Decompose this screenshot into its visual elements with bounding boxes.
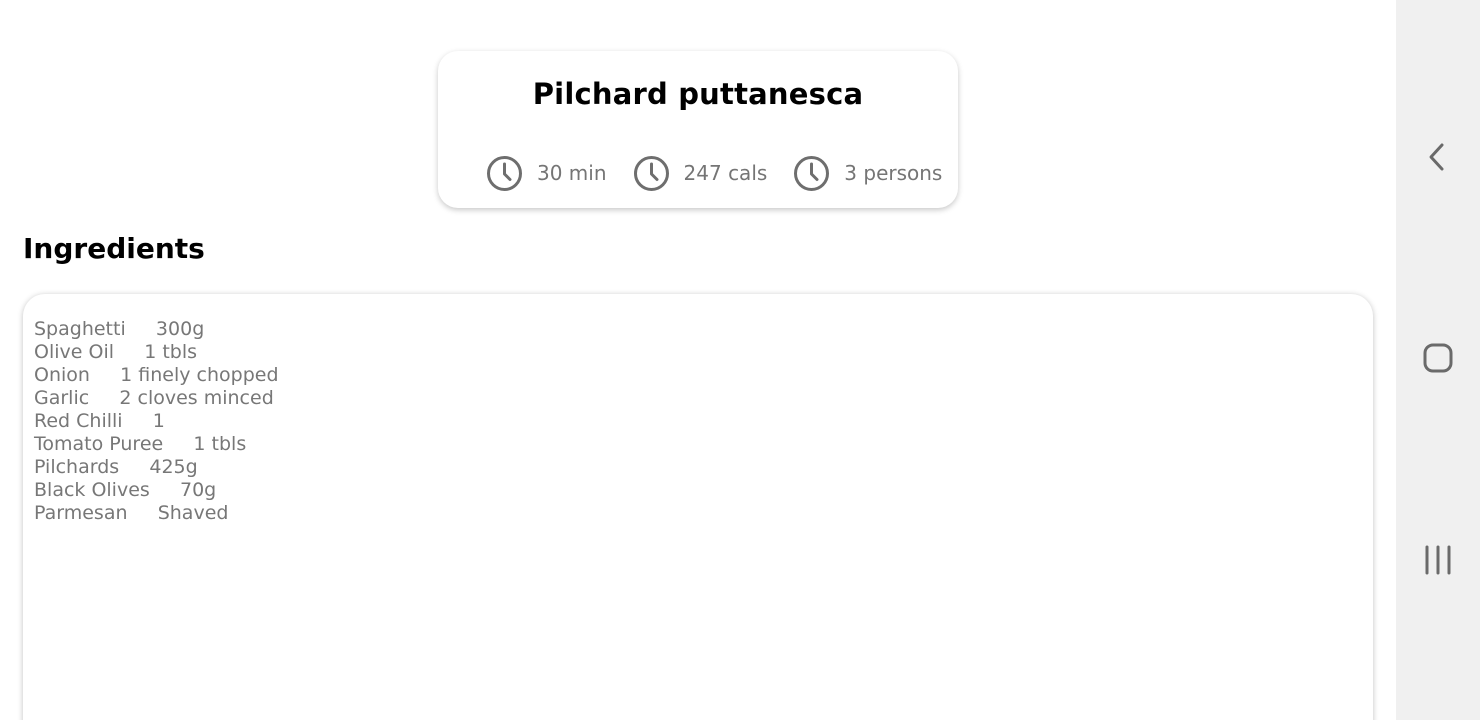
meta-time: 30 min — [486, 155, 607, 192]
home-button[interactable] — [1396, 328, 1480, 388]
recipe-detail-view: Pilchard puttanesca 30 min 247 cals 3 pe… — [0, 0, 1396, 720]
app-screen: Pilchard puttanesca 30 min 247 cals 3 pe… — [0, 0, 1480, 720]
ingredient-line: Parmesan Shaved — [34, 502, 229, 524]
meta-calories: 247 cals — [633, 155, 768, 192]
meta-servings-text: 3 persons — [844, 161, 943, 185]
ingredient-line: Black Olives 70g — [34, 479, 217, 501]
back-button[interactable] — [1396, 127, 1480, 187]
ingredient-line: Spaghetti 300g — [34, 318, 205, 340]
clock-icon — [794, 155, 830, 191]
ingredient-line: Pilchards 425g — [34, 456, 198, 478]
meta-time-text: 30 min — [537, 161, 607, 185]
recipe-meta-row: 30 min 247 cals 3 persons — [486, 154, 942, 192]
recents-icon — [1425, 545, 1451, 575]
ingredients-list: Spaghetti 300g Olive Oil 1 tbls Onion 1 … — [23, 294, 1373, 720]
clock-icon — [487, 155, 522, 191]
recents-button[interactable] — [1396, 530, 1480, 590]
recipe-summary-card: Pilchard puttanesca 30 min 247 cals 3 pe… — [438, 51, 958, 208]
ingredient-line: Onion 1 finely chopped — [34, 364, 279, 386]
ingredients-heading: Ingredients — [23, 232, 205, 265]
home-icon — [1423, 343, 1453, 373]
meta-calories-text: 247 cals — [683, 161, 768, 185]
clock-icon — [633, 155, 669, 191]
ingredient-line: Tomato Puree 1 tbls — [34, 433, 247, 455]
ingredient-line: Garlic 2 cloves minced — [34, 387, 274, 409]
back-icon — [1429, 143, 1444, 171]
system-navigation-bar — [1396, 0, 1480, 720]
ingredient-line: Red Chilli 1 — [34, 410, 165, 432]
meta-servings: 3 persons — [793, 155, 942, 192]
recipe-title: Pilchard puttanesca — [532, 77, 864, 111]
ingredient-line: Olive Oil 1 tbls — [34, 341, 198, 363]
